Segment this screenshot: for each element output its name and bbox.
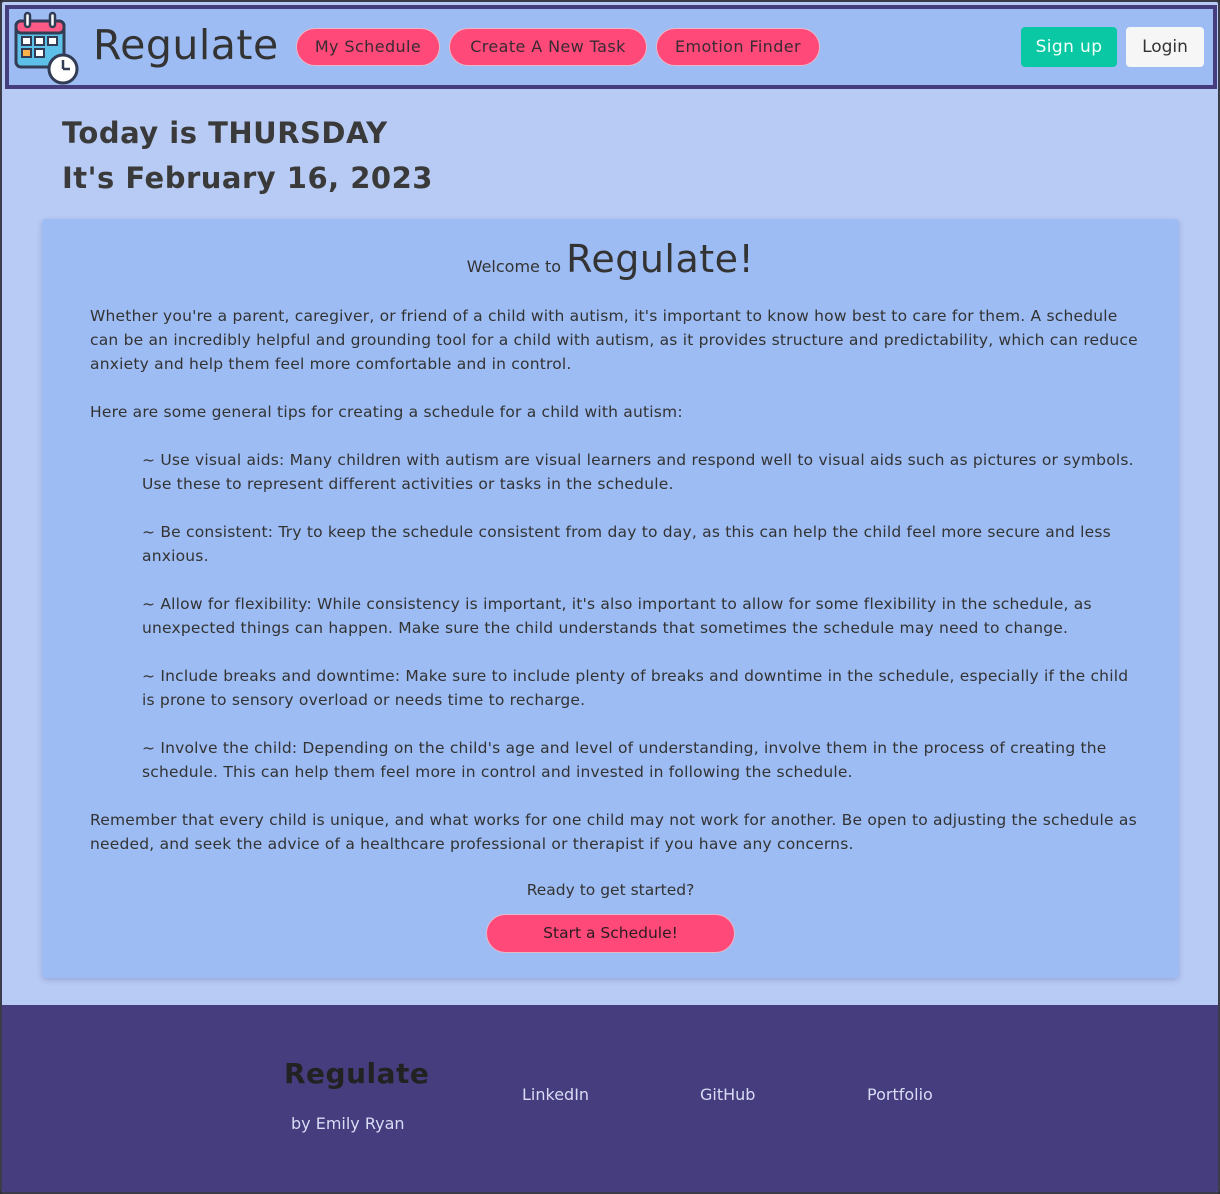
ready-text: Ready to get started? — [526, 881, 695, 899]
tip-item: ~ Involve the child: Depending on the ch… — [142, 739, 1107, 781]
footer-link-github[interactable]: GitHub — [700, 1085, 755, 1104]
tip-item: ~ Use visual aids: Many children with au… — [142, 451, 1134, 493]
footer: Regulate by Emily Ryan LinkedIn GitHub P… — [2, 1005, 1218, 1192]
app-frame: Regulate My Schedule Create A New Task E… — [0, 0, 1220, 1194]
welcome-title: Regulate! — [566, 237, 755, 281]
footer-link-linkedin[interactable]: LinkedIn — [522, 1085, 589, 1104]
login-button[interactable]: Login — [1126, 27, 1204, 67]
welcome-heading: Welcome to Regulate! — [42, 237, 1179, 281]
brand-title[interactable]: Regulate — [93, 19, 279, 71]
nav-emotion-finder[interactable]: Emotion Finder — [656, 28, 820, 66]
signup-button[interactable]: Sign up — [1021, 27, 1117, 67]
tip-item: ~ Allow for flexibility: While consisten… — [142, 595, 1092, 637]
tip-item: ~ Be consistent: Try to keep the schedul… — [142, 523, 1111, 565]
intro-paragraph: Whether you're a parent, caregiver, or f… — [90, 307, 1138, 373]
tip-item: ~ Include breaks and downtime: Make sure… — [142, 667, 1129, 709]
nav-my-schedule[interactable]: My Schedule — [296, 28, 440, 66]
day-heading: Today is THURSDAY — [62, 116, 388, 150]
start-schedule-button[interactable]: Start a Schedule! — [486, 914, 735, 953]
closing-paragraph: Remember that every child is unique, and… — [90, 811, 1137, 853]
welcome-prefix: Welcome to — [466, 257, 562, 276]
navbar: Regulate My Schedule Create A New Task E… — [5, 5, 1217, 89]
nav-create-task[interactable]: Create A New Task — [449, 28, 647, 66]
date-heading: It's February 16, 2023 — [62, 161, 433, 195]
tips-intro: Here are some general tips for creating … — [90, 403, 683, 421]
footer-byline: by Emily Ryan — [291, 1114, 405, 1133]
calendar-clock-icon[interactable] — [13, 11, 79, 85]
welcome-card: Welcome to Regulate! Whether you're a pa… — [42, 219, 1179, 978]
footer-link-portfolio[interactable]: Portfolio — [867, 1085, 933, 1104]
footer-title: Regulate — [284, 1057, 430, 1090]
